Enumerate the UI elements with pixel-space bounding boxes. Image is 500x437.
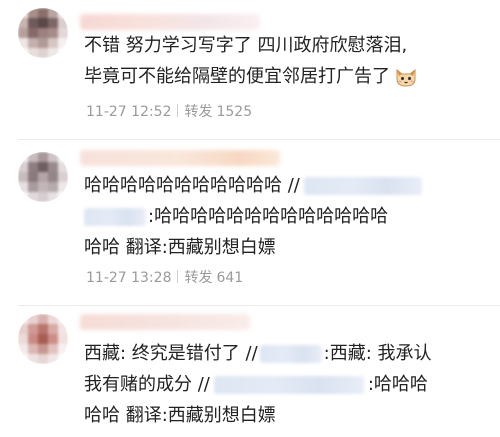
comment-line-text: :西藏: 我承认 <box>323 343 432 364</box>
mention-redacted[interactable] <box>213 376 364 394</box>
username-redacted[interactable] <box>80 14 260 30</box>
comment-line-text: 西藏: 终究是错付了 // <box>84 343 258 364</box>
comment-line: 毕竟可不能给隔壁的便宜邻居打广告了 <box>84 61 484 92</box>
comment-text: 西藏: 终究是错付了 // :西藏: 我承认 我有赌的成分 // :哈哈哈 哈哈 翻… <box>84 338 484 431</box>
avatar[interactable] <box>18 8 68 58</box>
comment-line: 我有赌的成分 // :哈哈哈 <box>84 369 484 400</box>
comment-line: 西藏: 终究是错付了 // :西藏: 我承认 <box>84 338 484 369</box>
mention-redacted[interactable] <box>259 345 322 363</box>
comment-line: 哈哈哈哈哈哈哈哈哈哈哈 // <box>84 170 484 201</box>
comment-text: 不错 努力学习写字了 四川政府欣慰落泪, 毕竟可不能给隔壁的便宜邻居打广告了 <box>84 30 484 92</box>
comment-line: 哈哈 翻译:西藏别想白嫖 <box>84 405 276 426</box>
username-redacted[interactable] <box>80 150 280 166</box>
comment-line: 哈哈 翻译:西藏别想白嫖 <box>84 237 276 258</box>
comment-text: 哈哈哈哈哈哈哈哈哈哈哈 // :哈哈哈哈哈哈哈哈哈哈哈哈哈 哈哈 翻译:西藏别想… <box>84 170 484 263</box>
repost-button[interactable]: 转发 1525 <box>184 104 252 120</box>
repost-count: 641 <box>216 270 244 286</box>
comment-line-text: 我有赌的成分 // <box>84 374 210 395</box>
mention-redacted[interactable] <box>84 208 146 226</box>
avatar[interactable] <box>18 152 68 202</box>
meta-divider <box>177 104 179 117</box>
comment-line-text: :哈哈哈 <box>367 374 428 395</box>
comment-item: 哈哈哈哈哈哈哈哈哈哈哈 // :哈哈哈哈哈哈哈哈哈哈哈哈哈 哈哈 翻译:西藏别想… <box>0 140 500 306</box>
comment-meta: 11-27 13:28 转发 641 <box>86 267 243 287</box>
comment-feed: 不错 努力学习写字了 四川政府欣慰落泪, 毕竟可不能给隔壁的便宜邻居打广告了 1… <box>0 0 500 437</box>
comment-line: 不错 努力学习写字了 四川政府欣慰落泪, <box>84 35 408 56</box>
comment-item: 西藏: 终究是错付了 // :西藏: 我承认 我有赌的成分 // :哈哈哈 哈哈 翻… <box>0 306 500 437</box>
comment-line-text: :哈哈哈哈哈哈哈哈哈哈哈哈哈 <box>148 206 389 227</box>
comment-item: 不错 努力学习写字了 四川政府欣慰落泪, 毕竟可不能给隔壁的便宜邻居打广告了 1… <box>0 0 500 140</box>
meta-divider <box>177 270 179 283</box>
comment-line-text: 哈哈哈哈哈哈哈哈哈哈哈 // <box>84 175 300 196</box>
comment-line: :哈哈哈哈哈哈哈哈哈哈哈哈哈 <box>84 201 484 232</box>
repost-label: 转发 <box>184 270 213 286</box>
comment-line-text: 毕竟可不能给隔壁的便宜邻居打广告了 <box>84 66 390 87</box>
username-redacted[interactable] <box>80 314 250 330</box>
repost-button[interactable]: 转发 641 <box>184 270 243 286</box>
repost-label: 转发 <box>184 104 213 120</box>
avatar[interactable] <box>18 314 68 364</box>
mention-redacted[interactable] <box>303 177 422 195</box>
comment-meta: 11-27 12:52 转发 1525 <box>86 101 252 121</box>
timestamp: 11-27 12:52 <box>86 104 172 120</box>
timestamp: 11-27 13:28 <box>86 270 172 286</box>
repost-count: 1525 <box>216 104 253 120</box>
cat-face-emoji-icon <box>394 65 418 89</box>
